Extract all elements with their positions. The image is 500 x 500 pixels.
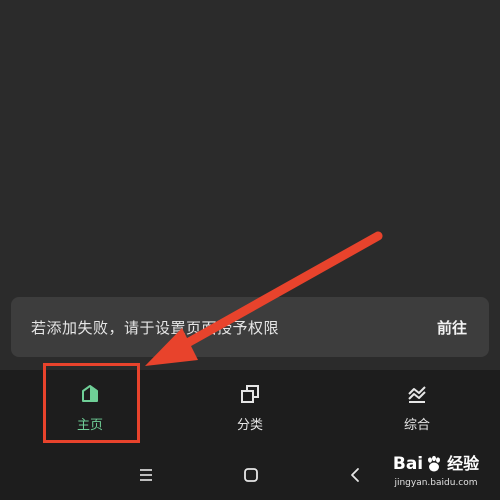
- tab-overview[interactable]: 综合: [357, 370, 477, 450]
- nav-menu-button[interactable]: [131, 460, 161, 490]
- category-icon: [241, 385, 259, 403]
- annotation-highlight-box: [43, 363, 140, 443]
- nav-back-button[interactable]: [340, 460, 370, 490]
- tab-category[interactable]: 分类: [190, 370, 310, 450]
- permission-toast: 若添加失败，请于设置页面授予权限 前往: [11, 297, 489, 357]
- paw-icon: [428, 455, 441, 472]
- tab-category-label: 分类: [236, 418, 263, 433]
- home-square-icon: [244, 468, 258, 482]
- watermark-logo: Bai 经验: [393, 452, 479, 476]
- nav-home-button[interactable]: [236, 460, 266, 490]
- toast-message: 若添加失败，请于设置页面授予权限: [31, 318, 280, 337]
- back-icon: [351, 468, 359, 482]
- watermark-brand-right: 经验: [447, 454, 480, 473]
- tab-overview-label: 综合: [403, 418, 430, 433]
- watermark-url: jingyan.baidu.com: [394, 478, 478, 488]
- toast-go-button[interactable]: 前往: [437, 317, 467, 338]
- menu-icon: [140, 469, 152, 481]
- watermark-brand-left: Bai: [392, 454, 424, 474]
- chart-icon: [408, 386, 426, 403]
- screen: 若添加失败，请于设置页面授予权限 前往 主页 分类 综合 Bai 经验 jing…: [0, 0, 500, 500]
- baidu-jingyan-watermark: Bai 经验 jingyan.baidu.com: [376, 452, 496, 498]
